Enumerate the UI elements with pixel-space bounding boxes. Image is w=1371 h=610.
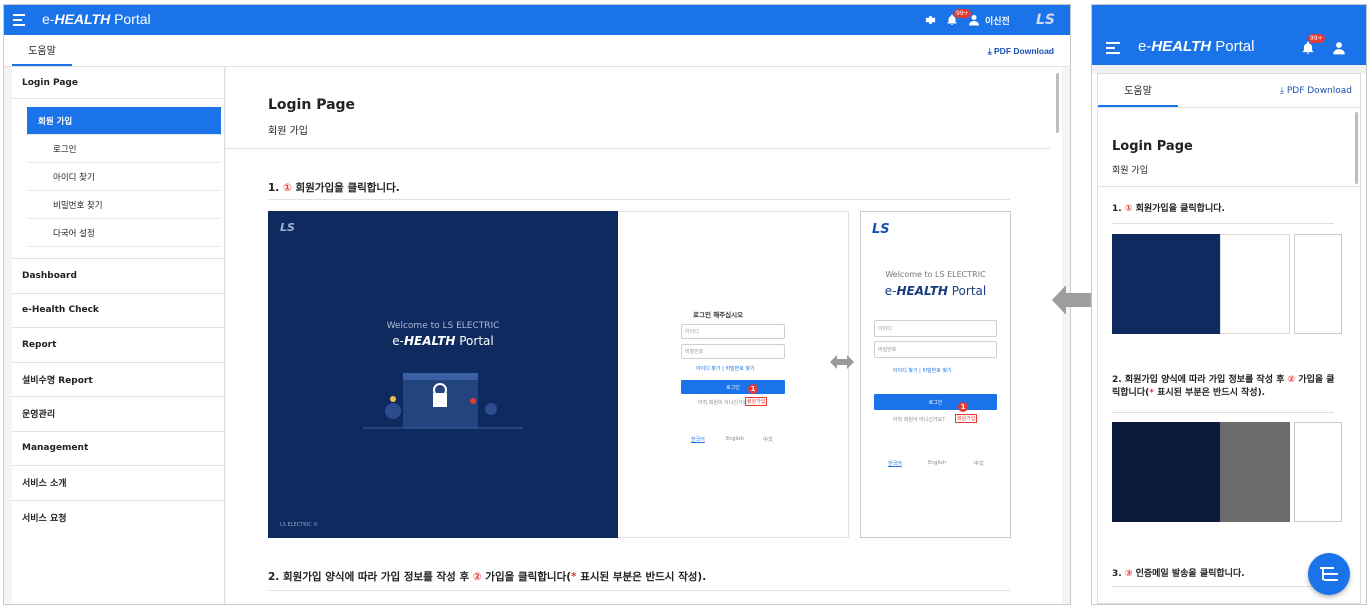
sidebar-item-report[interactable]: Report	[12, 328, 224, 363]
ls-logo: LS	[280, 221, 295, 234]
app-brand[interactable]: e-HEALTH Portal	[1138, 38, 1254, 55]
help-sidebar: Login Page 회원 가입 로그인 아이디 찾기 비밀번호 찾기 다국어 …	[12, 67, 225, 604]
app-brand[interactable]: e-HEALTH Portal	[42, 11, 151, 27]
ls-logo: LS	[1036, 12, 1056, 28]
list-icon	[1320, 567, 1338, 581]
connector-arrow-icon	[1052, 285, 1092, 315]
thumb-signup-dark	[1112, 422, 1220, 522]
page-subtitle: 회원 가입	[1112, 166, 1148, 176]
sidebar-sub-find-password[interactable]: 비밀번호 찾기	[27, 191, 221, 219]
user-icon	[969, 15, 979, 26]
sidebar-section-login-page[interactable]: Login Page	[12, 67, 224, 99]
page-title: Login Page	[1112, 139, 1193, 154]
sidebar-item-service-intro[interactable]: 서비스 소개	[12, 466, 224, 501]
double-arrow-icon	[830, 355, 854, 369]
top-app-bar: e-HEALTH Portal 99+ 이신전 LS	[4, 5, 1070, 35]
notification-badge: 99+	[1308, 34, 1325, 43]
tab-bar: 도움말 ⤓ PDF Download	[4, 35, 1070, 67]
notification-bell-icon[interactable]: 99+	[1301, 34, 1325, 59]
pdf-download-button[interactable]: ⤓ PDF Download	[1280, 86, 1352, 96]
page-subtitle: 회원 가입	[268, 126, 308, 137]
sidebar-sub-language[interactable]: 다국어 설정	[27, 219, 221, 247]
desktop-screenshot: e-HEALTH Portal 99+ 이신전 LS 도움말 ⤓ PDF Dow…	[3, 4, 1071, 605]
login-screenshot-desktop: LS Welcome to LS ELECTRIC e-HEALTH Porta…	[268, 211, 618, 538]
step-2-heading: 2. 회원가입 양식에 따라 가입 정보를 작성 후 ② 가입을 클릭합니다(*…	[1112, 375, 1335, 398]
help-content: Login Page 회원 가입 1. ① 회원가입을 클릭합니다. LS We…	[226, 67, 1062, 604]
scrollbar[interactable]	[1355, 112, 1358, 184]
download-icon: ⤓	[1280, 86, 1287, 96]
menu-icon[interactable]	[1106, 42, 1120, 57]
user-name: 이신전	[985, 16, 1010, 27]
mobile-top-bar: e-HEALTH Portal 99+	[1092, 5, 1366, 65]
sidebar-item-management[interactable]: Management	[12, 432, 224, 466]
step-2-heading: 2. 회원가입 양식에 따라 가입 정보를 작성 후 ② 가입을 클릭합니다(*…	[268, 571, 707, 583]
mobile-content: 도움말 ⤓ PDF Download Login Page 회원 가입 1. ①…	[1097, 73, 1361, 604]
step-1-heading: 1. ① 회원가입을 클릭합니다.	[1112, 204, 1225, 214]
sidebar-item-lifetime-report[interactable]: 설비수명 Report	[12, 363, 224, 397]
sidebar-sub-signup[interactable]: 회원 가입	[27, 107, 221, 135]
thumb-login-mobile	[1294, 234, 1342, 334]
portal-logo: e-HEALTH Portal	[392, 334, 494, 348]
pdf-download-button[interactable]: ⤓ PDF Download	[988, 46, 1054, 57]
sidebar-sub-login[interactable]: 로그인	[27, 135, 221, 163]
login-form-desktop: 로그인 해주십시오 아이디 비밀번호 아이디 찾기 | 비밀번호 찾기 로그인 …	[618, 211, 849, 538]
sidebar-sub-find-id[interactable]: 아이디 찾기	[27, 163, 221, 191]
page-title: Login Page	[268, 97, 356, 113]
sidebar-item-operation[interactable]: 운영관리	[12, 397, 224, 432]
notification-bell-icon[interactable]: 99+	[946, 5, 971, 35]
scrollbar[interactable]	[1056, 73, 1059, 133]
tab-help[interactable]: 도움말	[12, 34, 72, 66]
tab-help[interactable]: 도움말	[1098, 73, 1178, 107]
sidebar-item-ehealth-check[interactable]: e-Health Check	[12, 294, 224, 328]
menu-icon[interactable]	[13, 14, 25, 29]
security-illustration	[363, 373, 523, 429]
mobile-screenshot: e-HEALTH Portal 99+ 도움말 ⤓ PDF Download L…	[1091, 4, 1367, 605]
sidebar-item-service-request[interactable]: 서비스 요청	[12, 501, 224, 536]
toc-fab-button[interactable]	[1308, 553, 1350, 595]
welcome-text: Welcome to LS ELECTRIC	[386, 321, 500, 331]
thumb-login-dark	[1112, 234, 1220, 334]
thumb-signup-mobile	[1294, 422, 1342, 522]
thumb-signup-overlay	[1220, 422, 1290, 522]
user-menu[interactable]: 이신전	[968, 5, 1010, 35]
thumb-login-form	[1220, 234, 1290, 334]
step-3-heading: 3. ③ 인증메일 발송을 클릭합니다.	[1112, 569, 1245, 579]
login-screenshot-mobile: LS Welcome to LS ELECTRIC e-HEALTH Porta…	[860, 211, 1011, 538]
sidebar-item-dashboard[interactable]: Dashboard	[12, 259, 224, 294]
step-1-heading: 1. ① 회원가입을 클릭합니다.	[268, 182, 400, 194]
gear-icon[interactable]	[924, 5, 936, 35]
footer-text: LS ELECTRIC ©	[280, 522, 319, 528]
user-icon[interactable]	[1332, 40, 1346, 59]
